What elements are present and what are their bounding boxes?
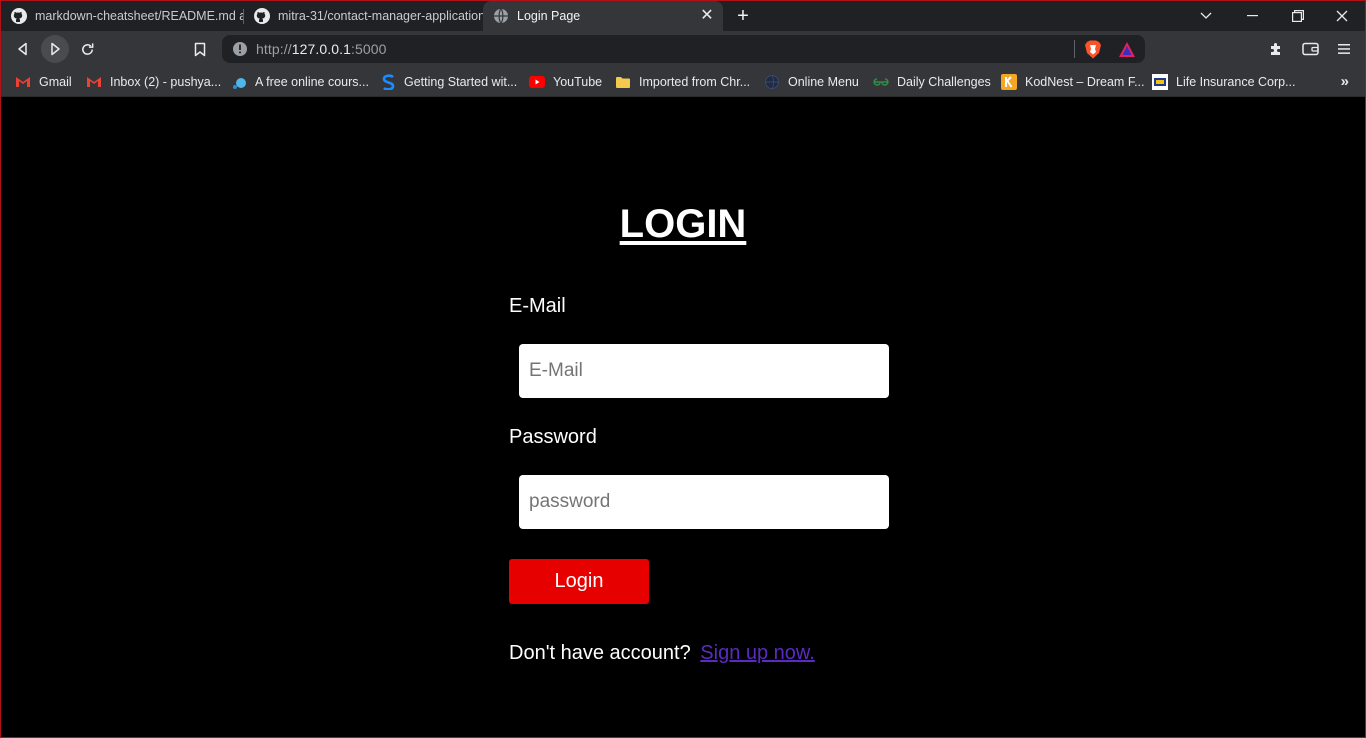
- brave-shield-icon[interactable]: [1084, 40, 1102, 64]
- password-label: Password: [509, 426, 597, 448]
- gmail-icon: [15, 74, 31, 90]
- bookmark-label: YouTube: [553, 75, 603, 89]
- bookmark-label: KodNest – Dream F...: [1025, 75, 1145, 89]
- github-icon: [254, 8, 270, 24]
- signup-row: Don't have account? Sign up now.: [509, 642, 815, 665]
- bookmark-daily-challenges[interactable]: Daily Challenges: [873, 73, 991, 91]
- minimize-button[interactable]: [1229, 1, 1275, 31]
- folder-icon: [615, 74, 631, 90]
- bookmark-online-course[interactable]: A free online cours...: [231, 73, 369, 91]
- address-bar[interactable]: http://127.0.0.1:5000: [222, 35, 1145, 63]
- tab-login-page[interactable]: Login Page ✕: [483, 1, 723, 31]
- url-host: 127.0.0.1: [291, 41, 352, 57]
- bookmark-label: Inbox (2) - pushya...: [110, 75, 222, 89]
- bookmark-label: Online Menu: [788, 75, 859, 89]
- email-label: E-Mail: [509, 295, 566, 317]
- info-icon[interactable]: [232, 41, 248, 62]
- reload-button[interactable]: [73, 35, 101, 63]
- bookmark-label: A free online cours...: [255, 75, 369, 89]
- k-logo-icon: [1001, 74, 1017, 90]
- address-divider: [1074, 40, 1075, 58]
- url-text: http://127.0.0.1:5000: [256, 41, 387, 57]
- restore-button[interactable]: [1275, 1, 1321, 31]
- bookmark-label: Daily Challenges: [897, 75, 991, 89]
- menu-icon[interactable]: [1330, 35, 1358, 63]
- tab-title: markdown-cheatsheet/README.md at: [35, 9, 243, 23]
- chevron-down-icon[interactable]: [1183, 1, 1229, 31]
- globe-icon: [764, 74, 780, 90]
- bookmarks-bar: Gmail Inbox (2) - pushya... A free onlin…: [1, 67, 1365, 97]
- back-button[interactable]: [9, 35, 37, 63]
- extensions-icon[interactable]: [1262, 35, 1290, 63]
- close-icon[interactable]: ✕: [699, 8, 715, 24]
- bookmark-label: Imported from Chr...: [639, 75, 751, 89]
- brave-rewards-icon[interactable]: [1118, 41, 1136, 63]
- new-tab-button[interactable]: +: [732, 5, 754, 27]
- bookmark-youtube[interactable]: YouTube: [529, 73, 602, 91]
- bookmark-life-insurance[interactable]: Life Insurance Corp...: [1152, 73, 1296, 91]
- bookmark-getting-started[interactable]: Getting Started wit...: [380, 73, 517, 91]
- tab-strip: markdown-cheatsheet/README.md at mitra-3…: [1, 1, 1365, 31]
- globe-icon: [493, 8, 509, 24]
- bookmark-label: Gmail: [39, 75, 72, 89]
- gmail-icon: [86, 74, 102, 90]
- bookmark-label: Life Insurance Corp...: [1176, 75, 1296, 89]
- bookmarks-overflow-button[interactable]: »: [1341, 73, 1349, 90]
- forward-button[interactable]: [41, 35, 69, 63]
- tab-markdown-cheatsheet[interactable]: markdown-cheatsheet/README.md at: [1, 1, 243, 31]
- bookmark-inbox[interactable]: Inbox (2) - pushya...: [86, 73, 221, 91]
- email-field[interactable]: [519, 344, 889, 398]
- password-field[interactable]: [519, 475, 889, 529]
- bookmark-kodnest[interactable]: KodNest – Dream F...: [1001, 73, 1145, 91]
- url-port: :5000: [351, 41, 387, 57]
- bookmark-online-menu[interactable]: Online Menu: [764, 73, 859, 91]
- bookmark-imported[interactable]: Imported from Chr...: [615, 73, 750, 91]
- bookmark-gmail[interactable]: Gmail: [15, 73, 72, 91]
- tab-contact-manager[interactable]: mitra-31/contact-manager-application: [244, 1, 483, 31]
- youtube-icon: [529, 74, 545, 90]
- gfg-icon: [873, 74, 889, 90]
- browser-window: markdown-cheatsheet/README.md at mitra-3…: [0, 0, 1366, 738]
- tab-title: mitra-31/contact-manager-application: [278, 9, 483, 23]
- dot-icon: [231, 74, 247, 90]
- url-scheme: http://: [256, 41, 292, 57]
- signup-link[interactable]: Sign up now.: [700, 642, 815, 664]
- page-title: LOGIN: [619, 202, 747, 246]
- page-content: LOGIN E-Mail Password Login Don't have a…: [1, 98, 1365, 737]
- bookmark-icon[interactable]: [186, 35, 214, 63]
- login-button[interactable]: Login: [509, 559, 649, 604]
- github-icon: [11, 8, 27, 24]
- bookmark-label: Getting Started wit...: [404, 75, 518, 89]
- wallet-icon[interactable]: [1296, 35, 1324, 63]
- tab-title: Login Page: [517, 9, 581, 23]
- signup-prompt: Don't have account?: [509, 642, 691, 664]
- s-logo-icon: [380, 74, 396, 90]
- close-window-button[interactable]: [1319, 1, 1365, 31]
- lic-icon: [1152, 74, 1168, 90]
- browser-toolbar: http://127.0.0.1:5000: [1, 31, 1365, 67]
